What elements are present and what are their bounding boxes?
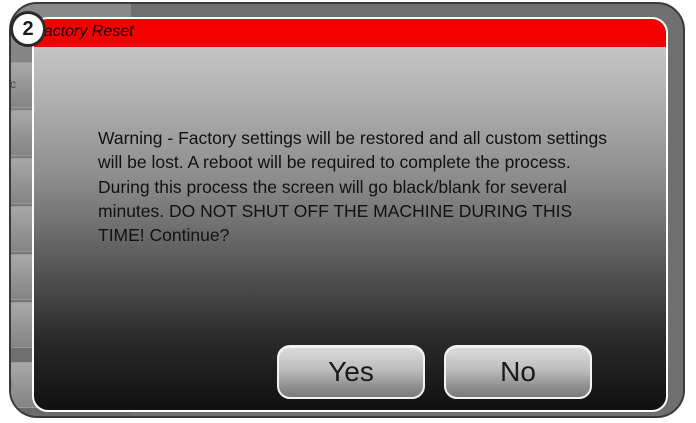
no-button[interactable]: No (444, 345, 592, 399)
background-tab-label: Fi (9, 377, 12, 391)
yes-button[interactable]: Yes (277, 345, 425, 399)
background-tab-label: Ac (10, 77, 17, 91)
step-number-badge: 2 (10, 11, 46, 47)
dialog-title: Factory Reset (34, 23, 134, 40)
dialog-message: Warning - Factory settings will be resto… (98, 128, 608, 246)
background-tab-label: B (9, 173, 10, 187)
factory-reset-dialog: Factory Reset Warning - Factory settings… (32, 17, 668, 412)
device-screen: Ac B Fi Factory Reset Warning - Factory … (9, 2, 685, 418)
dialog-titlebar: Factory Reset (34, 19, 666, 47)
